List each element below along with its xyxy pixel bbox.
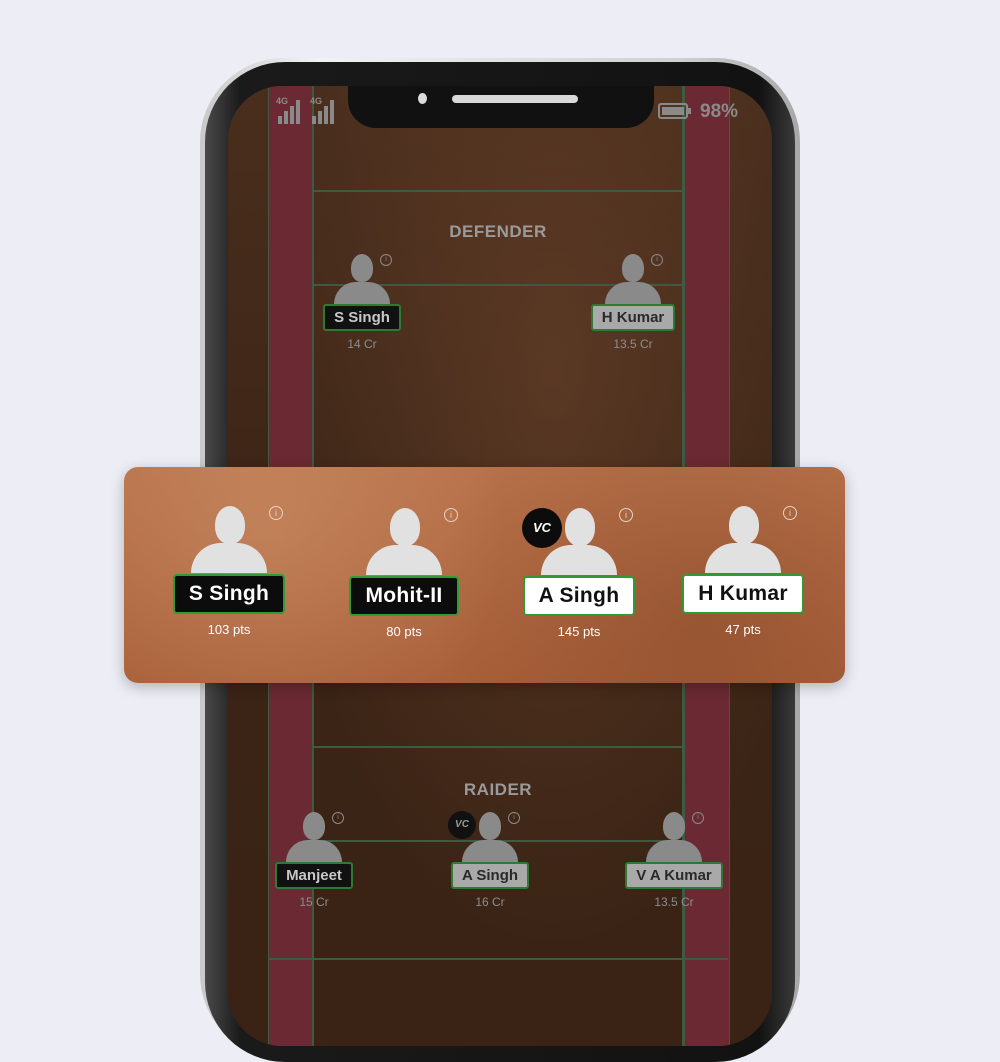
network-label: 4G [310, 96, 323, 106]
player-credits: 15 Cr [299, 895, 329, 909]
player-name-tag: H Kumar [682, 574, 804, 614]
player-avatar-icon: i [191, 506, 283, 574]
info-icon: i [692, 812, 704, 824]
battery-percent: 98% [700, 101, 739, 122]
phone-notch [348, 86, 654, 128]
court-line [314, 746, 682, 748]
info-icon: i [269, 506, 283, 520]
player-credits: 14 Cr [347, 337, 377, 351]
info-icon: i [332, 812, 344, 824]
player-avatar-icon: i [286, 812, 344, 864]
phone-speaker [452, 95, 578, 103]
raider-player-card[interactable]: i Manjeet 15 Cr [264, 812, 364, 909]
player-avatar-icon: i [705, 506, 797, 574]
raider-player-card[interactable]: i V A Kumar 13.5 Cr [624, 812, 724, 909]
vice-captain-badge: VC [448, 811, 476, 839]
player-avatar-icon: i [646, 812, 704, 864]
player-credits: 16 Cr [475, 895, 505, 909]
player-avatar-icon: i [366, 508, 458, 576]
defender-player-card[interactable]: i S Singh 14 Cr [312, 254, 412, 351]
vice-captain-badge: VC [522, 508, 562, 548]
signal-icon: 4G [276, 96, 302, 124]
player-name-tag: Mohit-II [349, 576, 459, 616]
court-line [314, 190, 682, 192]
player-points: 145 pts [557, 624, 601, 639]
player-name-tag: S Singh [172, 574, 286, 614]
court-line [268, 958, 728, 960]
phone-camera [418, 93, 427, 104]
info-icon: i [444, 508, 458, 522]
info-icon: i [783, 506, 797, 520]
info-icon: i [651, 254, 663, 266]
player-name-tag: A Singh [450, 862, 530, 889]
network-label: 4G [276, 96, 289, 106]
player-name-tag: H Kumar [590, 304, 676, 331]
highlight-player-card[interactable]: i S Singh 103 pts [154, 506, 304, 637]
highlight-player-card[interactable]: i Mohit-II 80 pts [329, 508, 479, 639]
highlight-player-card[interactable]: i H Kumar 47 pts [668, 506, 818, 637]
player-name-tag: V A Kumar [625, 862, 723, 889]
signal-icon: 4G [310, 96, 336, 124]
info-icon: i [619, 508, 633, 522]
player-points: 103 pts [207, 622, 251, 637]
player-credits: 13.5 Cr [654, 895, 694, 909]
player-points: 80 pts [386, 624, 422, 639]
info-icon: i [508, 812, 520, 824]
player-credits: 13.5 Cr [613, 337, 653, 351]
defender-section-title: DEFENDER [449, 222, 547, 241]
player-points: 47 pts [725, 622, 761, 637]
raider-section-title: RAIDER [463, 780, 533, 799]
player-avatar-icon: i [605, 254, 663, 306]
info-icon: i [380, 254, 392, 266]
player-name-tag: Manjeet [275, 862, 353, 889]
defender-player-card[interactable]: i H Kumar 13.5 Cr [583, 254, 683, 351]
player-name-tag: S Singh [323, 304, 401, 331]
player-avatar-icon: i [334, 254, 392, 306]
player-name-tag: A Singh [522, 576, 636, 616]
battery-icon [658, 103, 691, 119]
